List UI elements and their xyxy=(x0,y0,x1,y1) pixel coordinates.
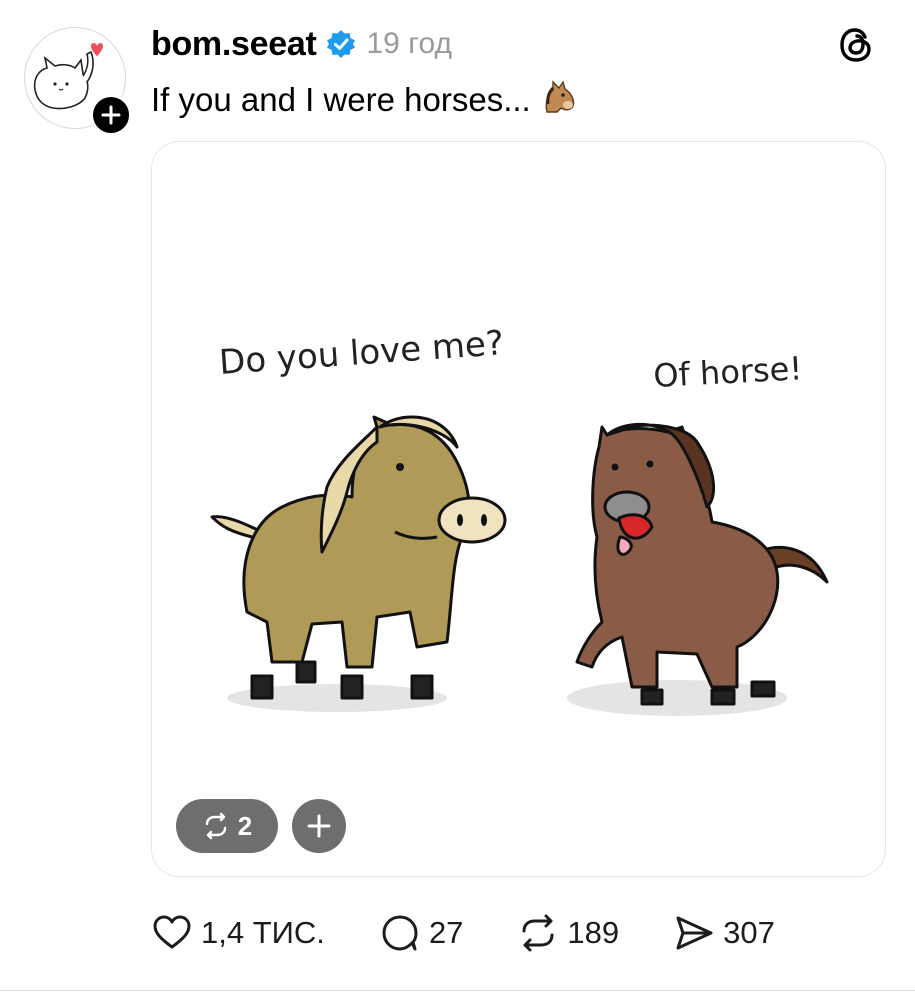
repost-count: 2 xyxy=(237,810,253,841)
repost-icon xyxy=(522,914,554,952)
share-button[interactable]: 307 xyxy=(673,912,775,954)
send-icon xyxy=(676,916,713,950)
heart-icon xyxy=(153,915,191,949)
tan-horse xyxy=(210,415,507,700)
like-button[interactable]: 1,4 ТИС. xyxy=(151,912,325,954)
repost-button[interactable]: 189 xyxy=(517,912,619,954)
share-count: 307 xyxy=(723,915,775,950)
post-caption: If you and I were horses... xyxy=(151,81,531,118)
repost-total: 189 xyxy=(567,915,620,950)
speech-right: Of horse! xyxy=(652,349,803,395)
follow-button[interactable] xyxy=(90,94,132,136)
threads-logo-icon[interactable] xyxy=(836,24,878,66)
horse-face-emoji xyxy=(539,76,579,124)
repost-count-pill[interactable]: 2 xyxy=(176,799,278,853)
verified-badge-icon xyxy=(326,29,356,59)
speech-left: Do you love me? xyxy=(218,323,505,383)
comment-count: 27 xyxy=(428,915,464,950)
post-header: bom.seeat 19 год xyxy=(151,22,452,66)
plus-icon xyxy=(307,814,331,838)
media-card[interactable]: Do you love me? Of horse! 2 xyxy=(151,141,886,877)
divider xyxy=(0,990,915,991)
comment-bubble-icon xyxy=(382,915,418,951)
like-count: 1,4 ТИС. xyxy=(201,915,325,950)
comment-button[interactable]: 27 xyxy=(379,912,463,954)
repost-icon xyxy=(205,812,226,840)
action-bar: 1,4 ТИС. 27 189 307 xyxy=(151,905,829,961)
username[interactable]: bom.seeat xyxy=(151,25,317,64)
plus-icon xyxy=(101,105,121,125)
add-button[interactable] xyxy=(292,799,346,853)
horses-illustration: Do you love me? Of horse! xyxy=(210,323,829,716)
timestamp: 19 год xyxy=(366,27,453,60)
post-text: If you and I were horses... xyxy=(151,76,579,124)
